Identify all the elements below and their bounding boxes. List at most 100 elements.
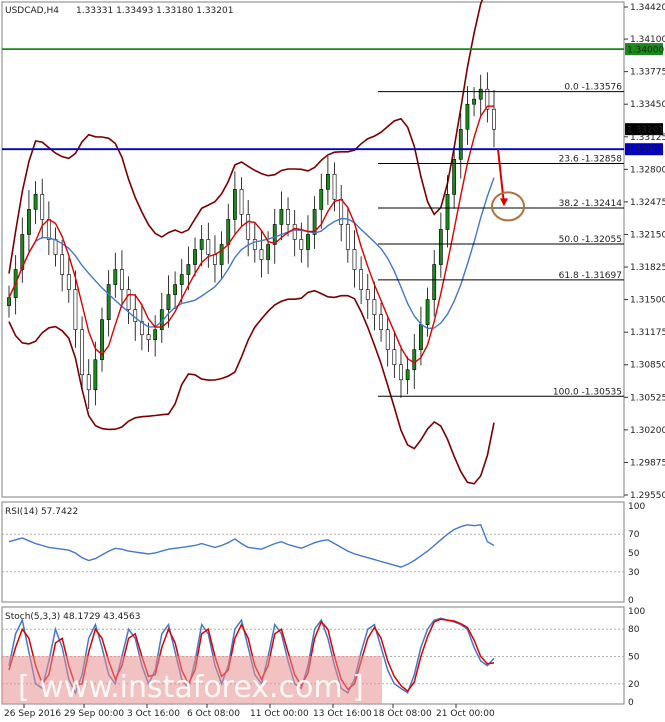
candle-body-bull: [306, 234, 310, 250]
candle-body-bull: [33, 194, 38, 210]
candle-body-bear: [246, 214, 251, 240]
chart-root: USDCAD,H4 1.33331 1.33493 1.33180 1.3320…: [0, 0, 665, 722]
rsi-tick-label: 70: [628, 530, 640, 540]
price-tick-label: 1.33450: [630, 100, 665, 110]
candle-body-bull: [405, 369, 410, 381]
time-tick-label: 18 Oct 08:00: [373, 709, 432, 719]
candle-body-bull: [7, 297, 11, 306]
candle-body-bear: [292, 224, 297, 240]
candle-body-bull: [452, 159, 457, 195]
candle-body-bear: [40, 194, 45, 220]
candle-body-bull: [27, 209, 31, 235]
symbol-label: USDCAD,H4: [5, 6, 59, 16]
candle-body-bull: [93, 359, 98, 391]
resistance-badge-label: 1.34000: [627, 46, 664, 56]
candle-body-bear: [252, 239, 257, 250]
candle-body-bear: [385, 329, 390, 351]
chart-canvas: USDCAD,H4 1.33331 1.33493 1.33180 1.3320…: [1, 0, 665, 719]
support-badge-label: 1.33001: [627, 146, 664, 156]
candle-body-bull: [319, 189, 324, 210]
candle-body-bull: [458, 128, 463, 160]
candle-body-bull: [113, 269, 118, 285]
candle-body-bear: [73, 289, 78, 330]
time-tick-label: 21 Oct 00:00: [436, 709, 495, 719]
price-tick-label: 1.31825: [630, 263, 665, 273]
price-tick-label: 1.33125: [630, 133, 665, 143]
candle-body-bear: [206, 239, 211, 255]
candle-body-bear: [146, 334, 151, 340]
time-axis: 26 Sep 2016 29 Sep 00:00 3 Oct 16:00 6 Oct …: [4, 704, 495, 719]
candle-body-bear: [332, 174, 337, 200]
price-tick-label: 1.32800: [630, 165, 665, 175]
price-tick-label: 1.31175: [630, 328, 665, 338]
rsi-tick-label: 0: [628, 596, 634, 606]
time-tick-label: 3 Oct 16:00: [127, 709, 180, 719]
fib-label-23-6: 23.6 -1.32858: [559, 155, 623, 165]
price-tick-label: 1.34100: [630, 35, 665, 45]
candle-body-bull: [173, 284, 177, 295]
price-tick-label: 1.33775: [630, 68, 665, 78]
candle-body-bear: [46, 219, 51, 240]
price-tick-label: 1.29875: [630, 458, 665, 468]
candle-body-bull: [219, 244, 224, 265]
candle-body-bear: [60, 254, 65, 275]
candle-body-bear: [372, 299, 377, 315]
price-tick-label: 1.32150: [630, 230, 665, 240]
candle-body-bear: [133, 309, 138, 322]
candle-body-bear: [359, 269, 364, 290]
stoch-title: Stoch(5,3,3) 48.1729 43.4563: [5, 612, 140, 622]
time-tick-label: 29 Sep 00:00: [64, 709, 124, 719]
price-tick-label: 1.29550: [630, 491, 665, 501]
candle-body-bear: [365, 289, 370, 300]
candle-body-bull: [465, 103, 470, 130]
candle-body-bear: [239, 189, 244, 215]
stoch-tick-label: 80: [628, 625, 640, 635]
price-tick-label: 1.30200: [630, 426, 665, 436]
candle-body-bear: [126, 289, 131, 310]
rsi-panel: [1, 501, 625, 603]
candle-body-bear: [379, 314, 383, 330]
fib-label-38-2: 38.2 -1.32414: [559, 199, 623, 209]
price-tick-label: 1.32475: [630, 198, 665, 208]
candle-body-bull: [478, 88, 483, 100]
candle-body-bull: [412, 349, 417, 371]
stoch-tick-label: 20: [628, 680, 640, 690]
candle-body-bear: [53, 239, 58, 255]
candle-body-bull: [272, 224, 277, 245]
candle-body-bear: [213, 254, 217, 265]
price-tick-label: 1.30850: [630, 361, 665, 371]
candle-body-bull: [193, 249, 197, 265]
candle-body-bull: [445, 194, 450, 230]
candle-body-bear: [492, 108, 496, 130]
stoch-tick-label: 0: [628, 698, 634, 708]
candle-body-bull: [199, 239, 204, 250]
candle-body-bear: [66, 274, 71, 290]
candle-body-bull: [432, 264, 437, 300]
candle-body-bear: [392, 349, 397, 366]
price-tick-label: 1.30525: [630, 393, 665, 403]
price-tick-label: 1.31500: [630, 296, 665, 306]
candle-body-bull: [279, 209, 284, 225]
candle-body-bull: [226, 219, 231, 245]
ohlc-label: 1.33331 1.33493 1.33180 1.33201: [76, 6, 233, 16]
time-tick-label: 6 Oct 08:00: [187, 709, 240, 719]
time-tick-label: 13 Oct 16:00: [313, 709, 372, 719]
price-axis: 1.34420 1.34100 1.33775 1.33450 1.33125 1.328…: [624, 3, 665, 501]
candle-body-bear: [259, 249, 264, 260]
main-panel: [1, 1, 625, 498]
rsi-title: RSI(14) 57.7422: [5, 507, 78, 517]
candle-body-bear: [352, 249, 357, 270]
candle-body-bull: [232, 189, 237, 220]
rsi-tick-label: 30: [628, 568, 640, 578]
candle-body-bull: [153, 329, 158, 340]
candle-body-bull: [186, 264, 191, 275]
candle-body-bear: [345, 224, 350, 250]
stoch-tick-label: 50: [628, 653, 640, 663]
fib-label-0-0: 0.0 -1.33576: [564, 83, 622, 93]
candle-body-bull: [425, 299, 430, 325]
candle-body-bear: [86, 374, 91, 391]
candle-body-bull: [166, 294, 171, 310]
price-tick-label: 1.34420: [630, 3, 665, 13]
time-tick-label: 26 Sep 2016: [4, 709, 61, 719]
watermark-text: [ www.instaforex.com ]: [18, 670, 364, 705]
